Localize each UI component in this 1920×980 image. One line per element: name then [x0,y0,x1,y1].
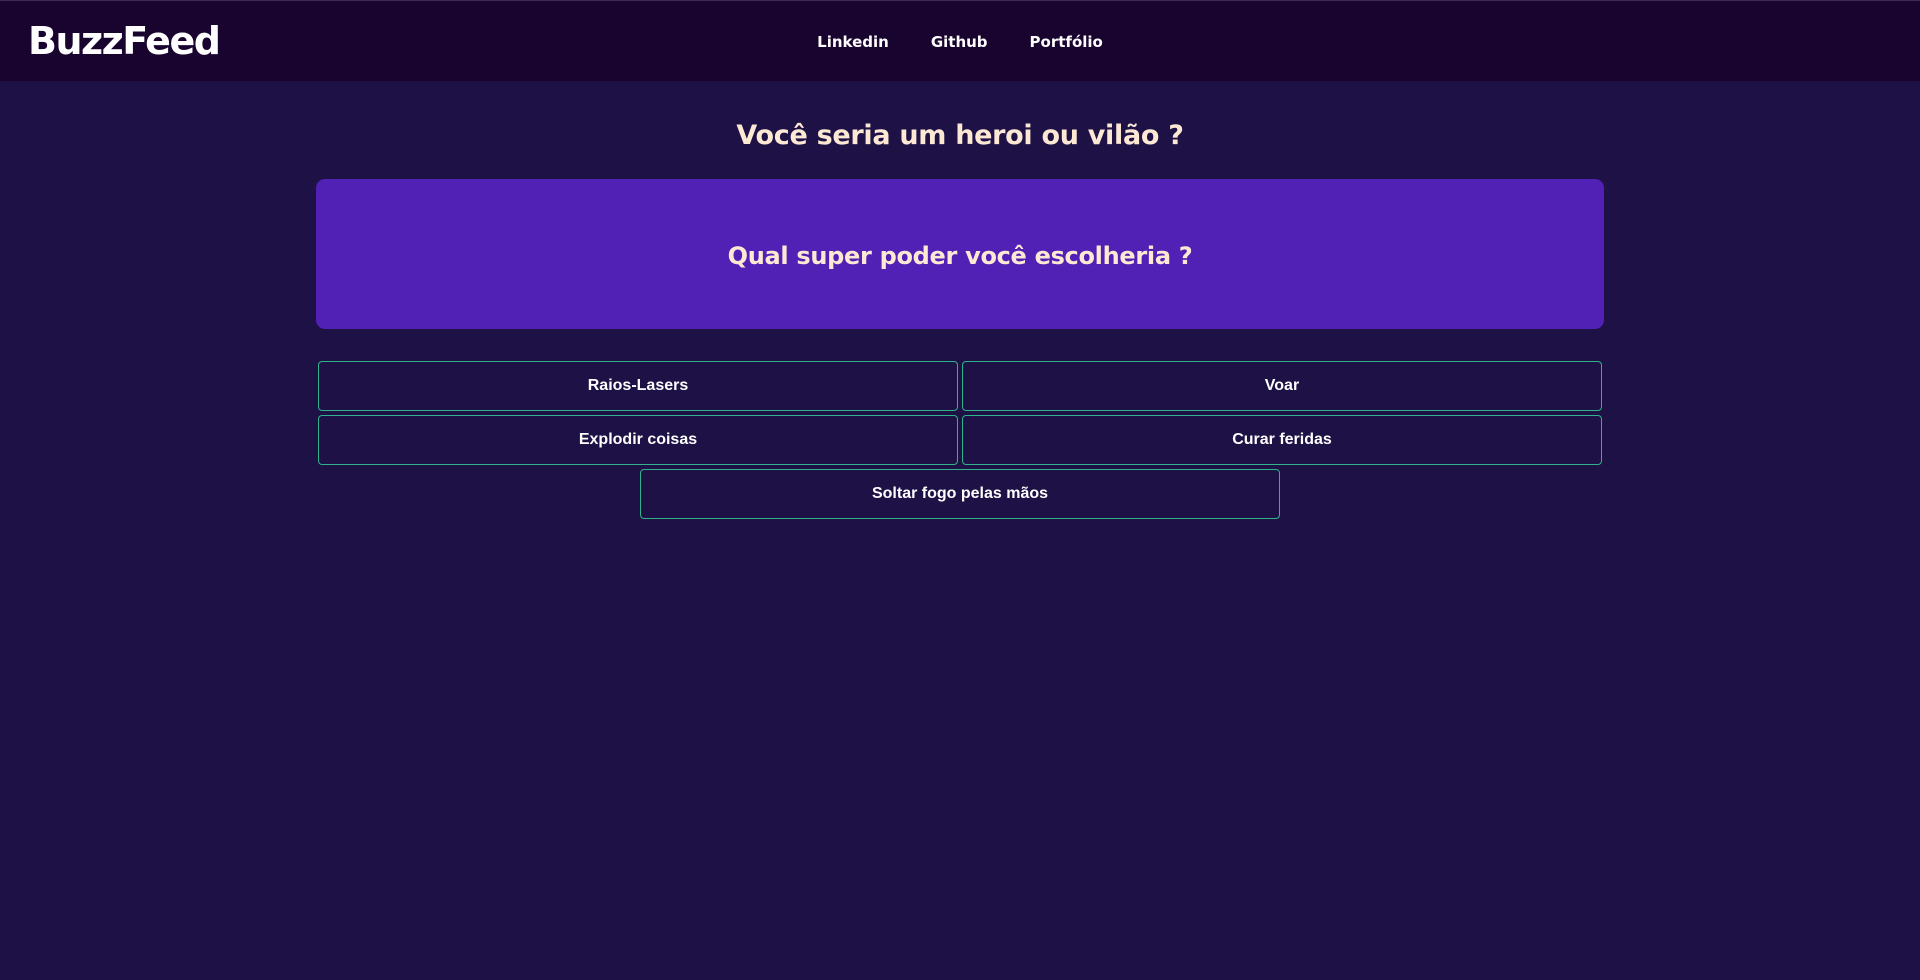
buzzfeed-logo[interactable]: BuzzFeed [28,19,221,63]
option-explodir-coisas-button[interactable]: Explodir coisas [318,415,958,465]
nav-link-portfolio[interactable]: Portfólio [1030,33,1103,51]
option-voar-button[interactable]: Voar [962,361,1602,411]
nav-link-github[interactable]: Github [931,33,988,51]
top-navbar: BuzzFeed Linkedin Github Portfólio [0,0,1920,81]
question-text: Qual super poder você escolheria ? [727,242,1193,270]
main-nav: Linkedin Github Portfólio [0,1,1920,82]
nav-links: Linkedin Github Portfólio [817,33,1103,51]
option-curar-feridas-button[interactable]: Curar feridas [962,415,1602,465]
option-raios-lasers-button[interactable]: Raios-Lasers [318,361,958,411]
option-soltar-fogo-button[interactable]: Soltar fogo pelas mãos [640,469,1280,519]
question-card: Qual super poder você escolheria ? [316,179,1604,329]
quiz-title: Você seria um heroi ou vilão ? [736,120,1184,151]
nav-link-linkedin[interactable]: Linkedin [817,33,889,51]
